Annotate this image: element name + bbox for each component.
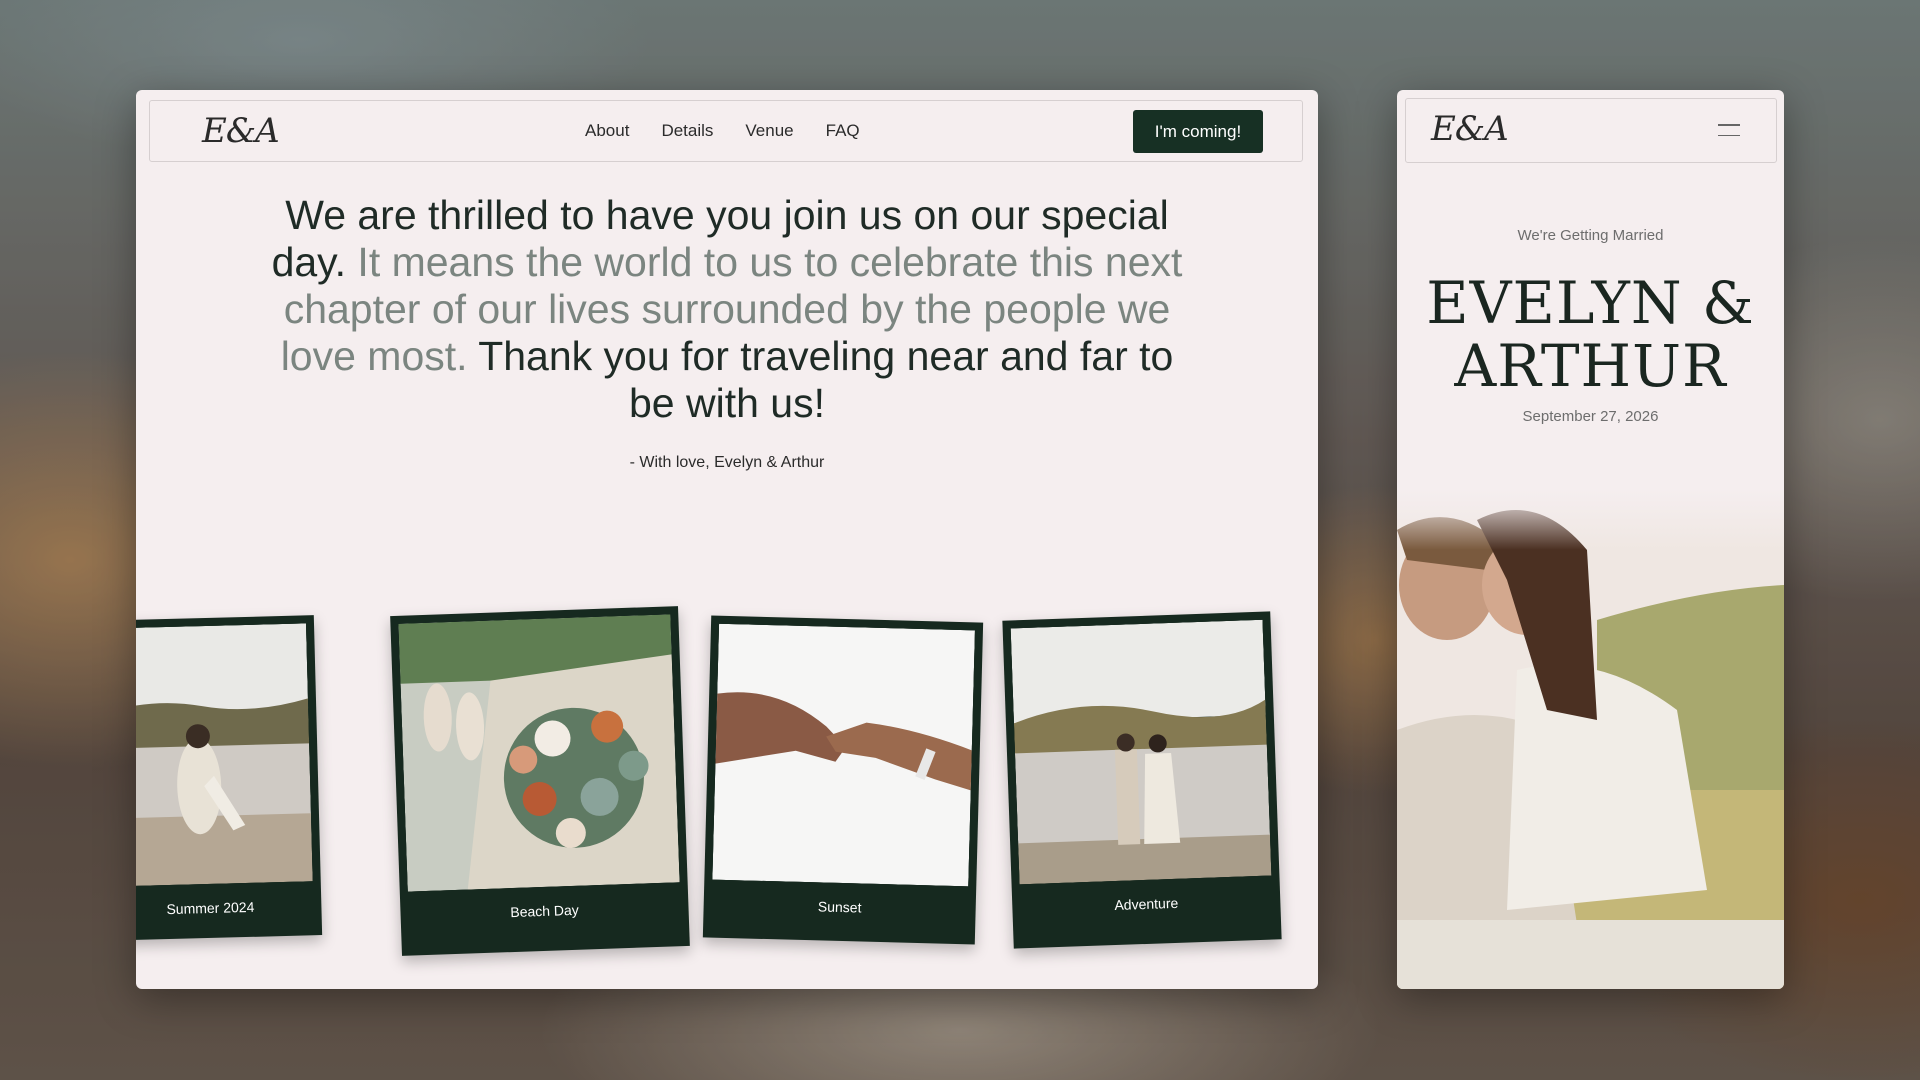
nav-link-faq[interactable]: FAQ — [826, 121, 860, 141]
hamburger-icon[interactable] — [1718, 124, 1740, 138]
nav-links: About Details Venue FAQ — [585, 121, 860, 141]
hero-photo-couple-picnic — [1397, 490, 1784, 989]
photo-bouquet-and-shoes — [398, 614, 680, 892]
site-logo[interactable]: E&A — [1431, 109, 1509, 149]
gallery-card-sunset[interactable]: Sunset — [702, 615, 984, 945]
photo-couple-at-lake — [1010, 619, 1272, 885]
wedding-date: September 27, 2026 — [1522, 408, 1659, 425]
couple-names-line2: ARTHUR — [1454, 332, 1727, 400]
rsvp-button[interactable]: I'm coming! — [1133, 110, 1263, 153]
desktop-navbar: E&A About Details Venue FAQ I'm coming! — [149, 100, 1303, 162]
nav-link-details[interactable]: Details — [661, 121, 713, 141]
couple-names: EVELYN & ARTHUR — [1397, 272, 1784, 398]
hero-eyebrow: We're Getting Married — [1517, 227, 1664, 244]
mobile-navbar: E&A — [1405, 98, 1777, 163]
nav-link-venue[interactable]: Venue — [745, 121, 793, 141]
couple-names-line1: EVELYN & — [1426, 269, 1755, 337]
welcome-text-part3: Thank you for traveling near and far to … — [478, 333, 1174, 426]
mobile-preview: E&A We're Getting Married EVELYN & ARTHU… — [1397, 90, 1784, 989]
desktop-preview: E&A About Details Venue FAQ I'm coming! … — [136, 90, 1318, 989]
photo-holding-hands — [712, 623, 975, 887]
gallery-card-beach-day[interactable]: Beach Day — [390, 606, 690, 956]
gallery-caption: Sunset — [817, 898, 862, 916]
site-logo[interactable]: E&A — [202, 111, 280, 151]
nav-link-about[interactable]: About — [585, 121, 629, 141]
photo-couple-hug-by-lake — [136, 623, 313, 887]
gallery-card-adventure[interactable]: Adventure — [1002, 611, 1282, 949]
welcome-message: We are thrilled to have you join us on o… — [266, 192, 1188, 427]
signoff: - With love, Evelyn & Arthur — [629, 454, 825, 471]
gallery-caption: Summer 2024 — [166, 898, 255, 918]
gallery-card-summer[interactable]: Summer 2024 — [136, 615, 323, 941]
